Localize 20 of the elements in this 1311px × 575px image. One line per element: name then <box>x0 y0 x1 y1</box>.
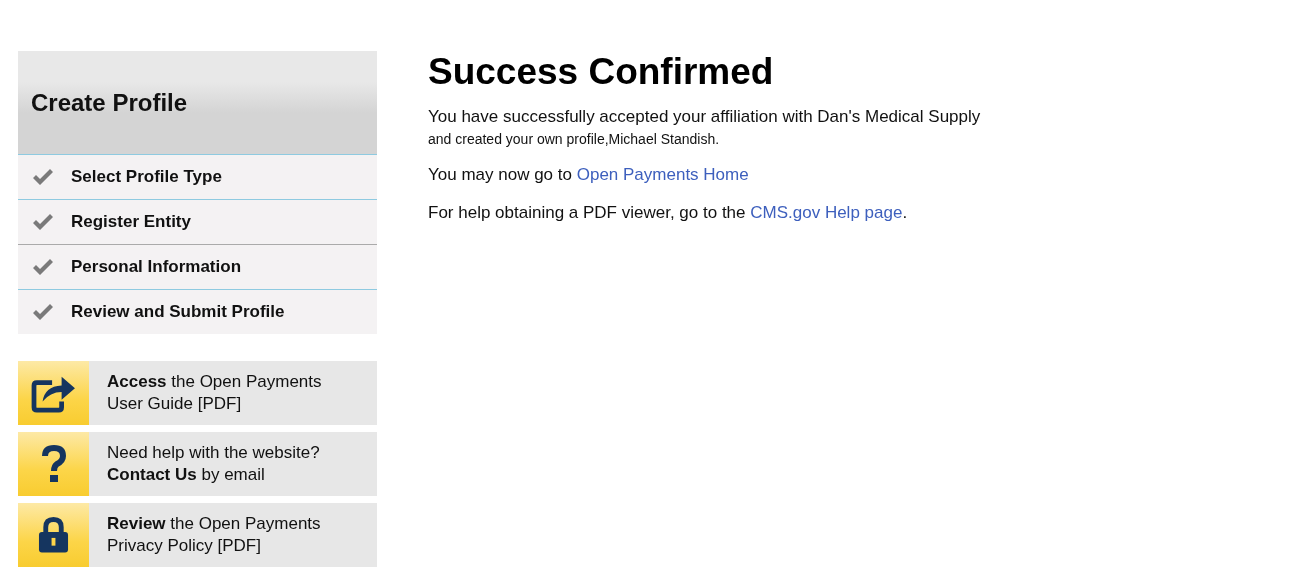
help-text: Need help with the website? Contact Us by email <box>107 442 321 486</box>
panel-title: Create Profile <box>31 88 188 117</box>
help-card[interactable]: Access the Open Payments User Guide [PDF] <box>18 361 377 425</box>
step-label: Personal Information <box>71 257 242 277</box>
help-card[interactable]: Review the Open Payments Privacy Policy [PDF] <box>18 503 377 567</box>
link-sentence: For help obtaining a PDF viewer, go to the CMS.gov Help page. <box>428 203 909 223</box>
page-title: Success Confirmed <box>428 51 775 93</box>
help-card[interactable]: Need help with the website? Contact Us by email <box>18 432 377 496</box>
step-label: Review and Submit Profile <box>71 302 285 322</box>
step-label: Register Entity <box>71 212 191 232</box>
success-detail: and created your own profile,Michael Standish. <box>428 131 721 147</box>
step-label: Select Profile Type <box>71 167 222 187</box>
help-text: Review the Open Payments Privacy Policy [PDF] <box>107 513 322 557</box>
link-sentence: You may now go to Open Payments Home <box>428 165 750 185</box>
text-link[interactable]: Open Payments Home <box>576 165 749 184</box>
question-icon <box>41 445 66 483</box>
success-message: You have successfully accepted your affiliation with Dan's Medical Supply <box>428 107 981 127</box>
help-text: Access the Open Payments User Guide [PDF] <box>107 371 323 415</box>
lock-icon <box>38 516 69 554</box>
text-link[interactable]: CMS.gov Help page <box>750 203 903 222</box>
